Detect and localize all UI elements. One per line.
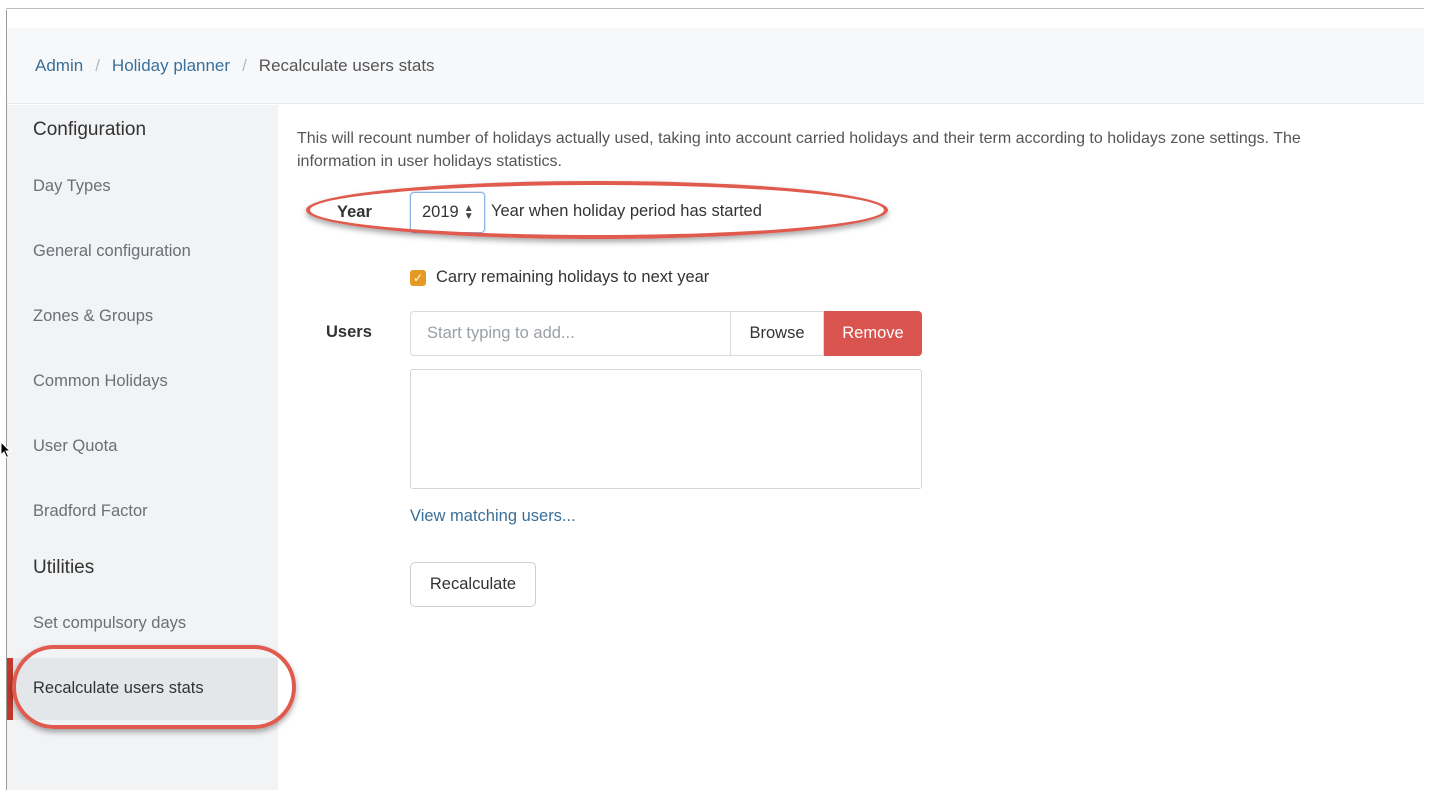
- sidebar-item-user-quota[interactable]: User Quota: [33, 437, 117, 456]
- recalculate-button[interactable]: Recalculate: [410, 562, 536, 607]
- sidebar-item-bradford-factor[interactable]: Bradford Factor: [33, 502, 148, 521]
- description-line-1: This will recount number of holidays act…: [297, 130, 1301, 147]
- description-line-2: information in user holidays statistics.: [297, 153, 562, 170]
- window-top-border: [6, 8, 1424, 9]
- sidebar-item-general-configuration[interactable]: General configuration: [33, 242, 191, 261]
- view-matching-users-link[interactable]: View matching users...: [410, 507, 576, 526]
- breadcrumb-current: Recalculate users stats: [258, 55, 435, 75]
- sidebar-item-zones-groups[interactable]: Zones & Groups: [33, 307, 153, 326]
- sidebar-heading-utilities: Utilities: [33, 557, 95, 578]
- carry-holidays-checkbox[interactable]: ✓: [410, 270, 426, 286]
- browse-button[interactable]: Browse: [730, 311, 824, 356]
- page-description: This will recount number of holidays act…: [297, 127, 1424, 173]
- sidebar-item-common-holidays[interactable]: Common Holidays: [33, 372, 168, 391]
- breadcrumb-separator: /: [95, 55, 100, 75]
- selected-users-list[interactable]: [410, 369, 922, 489]
- carry-holidays-label[interactable]: Carry remaining holidays to next year: [436, 268, 709, 287]
- remove-button[interactable]: Remove: [824, 311, 922, 356]
- annotation-oval-year: [306, 181, 888, 239]
- checkmark-icon: ✓: [412, 271, 424, 285]
- annotation-oval-sidebar: [12, 645, 296, 729]
- breadcrumb-separator: /: [242, 55, 247, 75]
- users-label: Users: [326, 323, 372, 341]
- sidebar-item-set-compulsory-days[interactable]: Set compulsory days: [33, 614, 186, 633]
- breadcrumb-admin[interactable]: Admin: [35, 56, 83, 76]
- breadcrumb: Admin / Holiday planner / Recalculate us…: [7, 28, 1424, 104]
- sidebar-heading-configuration: Configuration: [33, 119, 147, 140]
- mouse-cursor-icon: [0, 441, 12, 459]
- app-window: Admin / Holiday planner / Recalculate us…: [0, 0, 1436, 790]
- sidebar-item-day-types[interactable]: Day Types: [33, 177, 111, 196]
- breadcrumb-holiday-planner[interactable]: Holiday planner: [112, 56, 230, 76]
- users-search-input[interactable]: Start typing to add...: [410, 311, 731, 356]
